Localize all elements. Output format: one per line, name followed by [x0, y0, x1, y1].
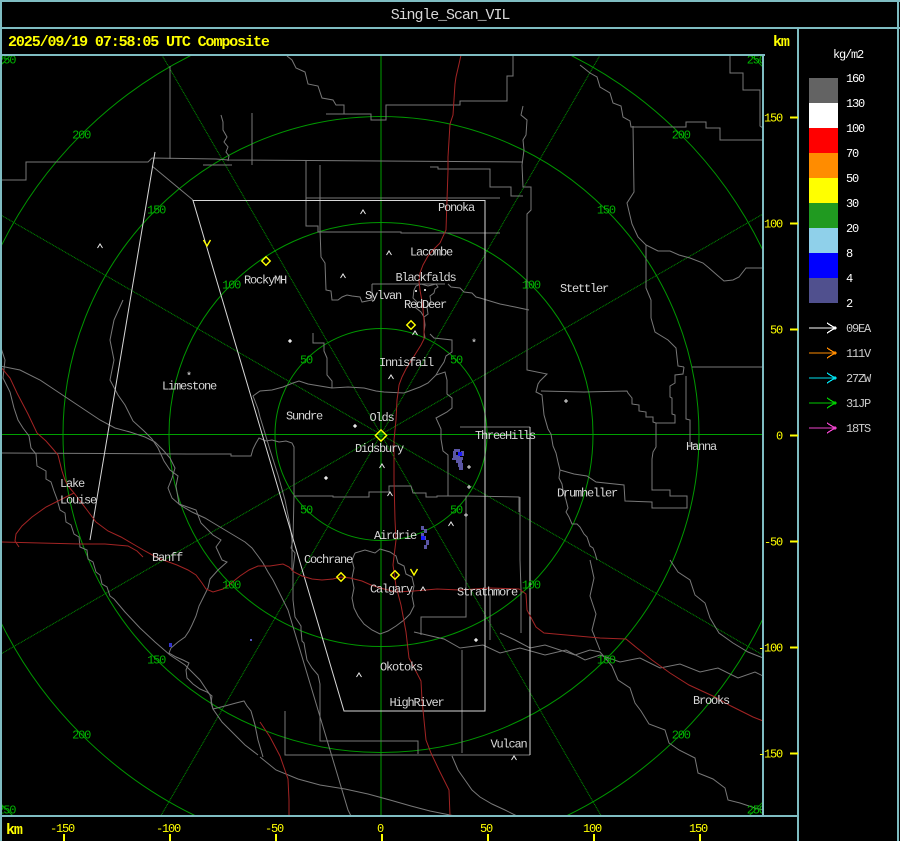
svg-text:50: 50	[846, 172, 859, 186]
svg-text:Didsbury: Didsbury	[355, 442, 404, 456]
svg-text:-150: -150	[758, 748, 783, 762]
svg-text:200: 200	[672, 728, 691, 742]
svg-text:100: 100	[583, 822, 602, 836]
svg-text:Louise: Louise	[60, 494, 97, 508]
svg-text:150: 150	[597, 653, 616, 667]
svg-text:100: 100	[522, 578, 541, 592]
svg-text:18TS: 18TS	[846, 422, 871, 436]
svg-text:Innisfail: Innisfail	[379, 356, 434, 370]
svg-text:2025/09/19 07:58:05 UTC Compos: 2025/09/19 07:58:05 UTC Composite	[8, 34, 270, 51]
svg-text:27ZW: 27ZW	[846, 372, 872, 386]
svg-text:*: *	[471, 338, 477, 350]
svg-text:0: 0	[776, 430, 783, 444]
svg-text:160: 160	[846, 72, 865, 86]
svg-text:Hanna: Hanna	[686, 440, 717, 454]
svg-text:200: 200	[72, 129, 91, 143]
svg-text:RedDeer: RedDeer	[404, 298, 447, 312]
svg-text:150: 150	[764, 112, 783, 126]
svg-text:km: km	[773, 34, 790, 51]
svg-text:Sylvan: Sylvan	[365, 289, 402, 303]
svg-text:8: 8	[846, 247, 853, 261]
svg-text:-100: -100	[758, 642, 783, 656]
svg-text:km: km	[6, 822, 23, 839]
svg-text:09EA: 09EA	[846, 322, 872, 336]
svg-text:50: 50	[450, 354, 463, 368]
svg-text:Airdrie: Airdrie	[374, 529, 417, 543]
svg-text:Banff: Banff	[152, 551, 183, 565]
svg-text:HighRiver: HighRiver	[390, 696, 445, 710]
svg-text:-150: -150	[50, 822, 75, 836]
svg-text:Stettler: Stettler	[560, 282, 609, 296]
svg-text:50: 50	[450, 503, 463, 517]
svg-text:RockyMH: RockyMH	[244, 274, 287, 288]
svg-text:20: 20	[846, 222, 859, 236]
svg-text:2: 2	[846, 297, 853, 311]
svg-text:Vulcan: Vulcan	[491, 738, 528, 752]
svg-text:30: 30	[846, 197, 859, 211]
svg-text:100: 100	[764, 218, 783, 232]
svg-text:4: 4	[846, 272, 853, 286]
svg-text:-100: -100	[156, 822, 181, 836]
svg-text:0: 0	[377, 822, 384, 836]
svg-text:-50: -50	[265, 822, 284, 836]
svg-text:Drumheller: Drumheller	[557, 487, 618, 501]
svg-text:100: 100	[522, 279, 541, 293]
svg-text:Sundre: Sundre	[286, 410, 323, 424]
svg-text:31JP: 31JP	[846, 397, 871, 411]
svg-text:Okotoks: Okotoks	[380, 661, 423, 675]
svg-text:Strathmore: Strathmore	[457, 586, 518, 600]
svg-text:ThreeHills: ThreeHills	[475, 429, 536, 443]
svg-text:Lacombe: Lacombe	[410, 246, 453, 260]
svg-text:111V: 111V	[846, 347, 872, 361]
svg-text:Calgary: Calgary	[370, 583, 413, 597]
svg-text:Olds: Olds	[370, 411, 395, 425]
svg-text:150: 150	[147, 653, 166, 667]
svg-text:kg/m2: kg/m2	[833, 48, 864, 62]
svg-text:100: 100	[222, 578, 241, 592]
svg-text:70: 70	[846, 147, 859, 161]
svg-text:50: 50	[300, 354, 313, 368]
svg-text:200: 200	[672, 129, 691, 143]
svg-text:150: 150	[147, 204, 166, 218]
svg-text:Cochrane: Cochrane	[304, 553, 353, 567]
svg-text:50: 50	[770, 324, 783, 338]
svg-text:100: 100	[222, 279, 241, 293]
svg-text:Ponoka: Ponoka	[438, 201, 475, 215]
svg-text:150: 150	[689, 822, 708, 836]
svg-text:Blackfalds: Blackfalds	[396, 271, 457, 285]
svg-text:Limestone: Limestone	[162, 380, 217, 394]
svg-text:Single_Scan_VIL: Single_Scan_VIL	[391, 7, 511, 24]
svg-text:50: 50	[300, 503, 313, 517]
svg-text:Lake: Lake	[60, 477, 85, 491]
svg-text:-50: -50	[764, 536, 783, 550]
svg-text:100: 100	[846, 122, 865, 136]
svg-text:150: 150	[597, 204, 616, 218]
svg-text:Brooks: Brooks	[693, 694, 730, 708]
svg-text:50: 50	[480, 822, 493, 836]
svg-text:200: 200	[72, 728, 91, 742]
svg-text:130: 130	[846, 97, 865, 111]
